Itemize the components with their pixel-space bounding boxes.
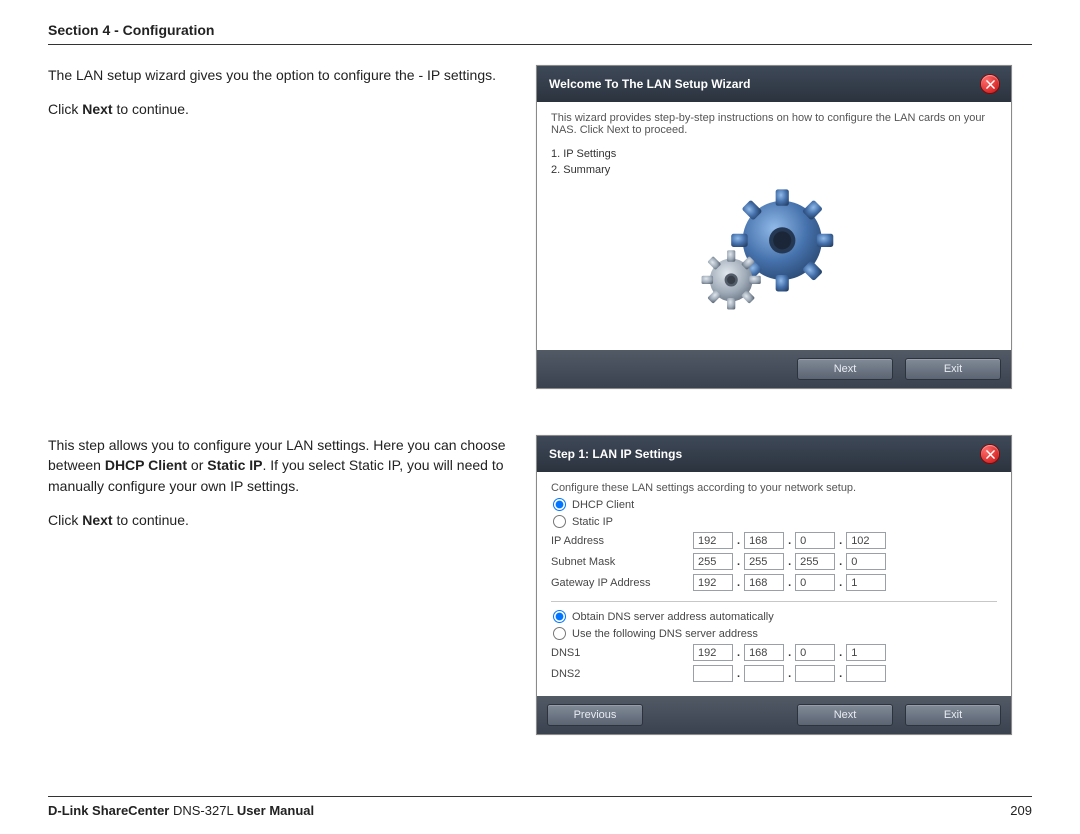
text-fragment: Click <box>48 512 82 528</box>
gw-octet-3[interactable] <box>795 574 835 591</box>
bold-dhcp: DHCP Client <box>105 457 187 473</box>
dot-icon: . <box>839 535 842 547</box>
dns1-octet-2[interactable] <box>744 644 784 661</box>
dot-icon: . <box>737 668 740 680</box>
dns2-octet-1[interactable] <box>693 665 733 682</box>
dot-icon: . <box>839 577 842 589</box>
dot-icon: . <box>788 556 791 568</box>
dns2-octet-2[interactable] <box>744 665 784 682</box>
brand-tail: User Manual <box>237 803 314 818</box>
gw-octet-1[interactable] <box>693 574 733 591</box>
close-icon[interactable] <box>981 75 999 93</box>
bold-next: Next <box>82 101 112 117</box>
dns2-octet-4[interactable] <box>846 665 886 682</box>
gw-octet-4[interactable] <box>846 574 886 591</box>
mask-octet-3[interactable] <box>795 553 835 570</box>
next-button[interactable]: Next <box>797 358 893 380</box>
dot-icon: . <box>839 647 842 659</box>
divider <box>551 601 997 602</box>
label-ip: IP Address <box>551 535 693 547</box>
wizard-title: Step 1: LAN IP Settings <box>549 447 682 461</box>
dot-icon: . <box>737 577 740 589</box>
intro-text-2: Click Next to continue. <box>48 99 508 119</box>
dns1-octet-1[interactable] <box>693 644 733 661</box>
close-icon[interactable] <box>981 445 999 463</box>
dot-icon: . <box>788 535 791 547</box>
ip-octet-2[interactable] <box>744 532 784 549</box>
step-text-2: Click Next to continue. <box>48 510 508 530</box>
label-dns1: DNS1 <box>551 647 693 659</box>
bold-static: Static IP <box>207 457 262 473</box>
wizard-intro: Configure these LAN settings according t… <box>551 482 997 494</box>
previous-button[interactable]: Previous <box>547 704 643 726</box>
label-mask: Subnet Mask <box>551 556 693 568</box>
wizard-step-1: 1. IP Settings <box>551 148 997 160</box>
radio-dns-auto[interactable] <box>553 610 566 623</box>
dot-icon: . <box>788 647 791 659</box>
radio-dns-auto-label: Obtain DNS server address automatically <box>572 611 774 623</box>
text-fragment: or <box>187 457 207 473</box>
radio-dns-manual[interactable] <box>553 627 566 640</box>
dot-icon: . <box>788 668 791 680</box>
brand-bold: D-Link ShareCenter <box>48 803 169 818</box>
step-text-1: This step allows you to configure your L… <box>48 435 508 496</box>
label-dns2: DNS2 <box>551 668 693 680</box>
radio-dhcp-label: DHCP Client <box>572 499 634 511</box>
brand-model: DNS-327L <box>169 803 236 818</box>
ip-octet-3[interactable] <box>795 532 835 549</box>
wizard-title: Welcome To The LAN Setup Wizard <box>549 77 750 91</box>
wizard-step1: Step 1: LAN IP Settings Configure these … <box>536 435 1012 735</box>
gear-icon <box>689 174 859 317</box>
mask-octet-4[interactable] <box>846 553 886 570</box>
radio-static[interactable] <box>553 515 566 528</box>
next-button[interactable]: Next <box>797 704 893 726</box>
dns1-octet-3[interactable] <box>795 644 835 661</box>
bold-next: Next <box>82 512 112 528</box>
ip-octet-4[interactable] <box>846 532 886 549</box>
label-gw: Gateway IP Address <box>551 577 693 589</box>
ip-octet-1[interactable] <box>693 532 733 549</box>
wizard-welcome: Welcome To The LAN Setup Wizard This wiz… <box>536 65 1012 389</box>
intro-text-1: The LAN setup wizard gives you the optio… <box>48 65 508 85</box>
dns2-octet-3[interactable] <box>795 665 835 682</box>
exit-button[interactable]: Exit <box>905 358 1001 380</box>
text-fragment: Click <box>48 101 82 117</box>
text-fragment: to continue. <box>113 101 189 117</box>
radio-dhcp[interactable] <box>553 498 566 511</box>
radio-dns-manual-label: Use the following DNS server address <box>572 628 758 640</box>
page-number: 209 <box>1010 803 1032 818</box>
gw-octet-2[interactable] <box>744 574 784 591</box>
section-header: Section 4 - Configuration <box>48 22 1032 45</box>
dot-icon: . <box>737 556 740 568</box>
text-fragment: to continue. <box>113 512 189 528</box>
mask-octet-2[interactable] <box>744 553 784 570</box>
wizard-step-2: 2. Summary <box>551 164 997 176</box>
exit-button[interactable]: Exit <box>905 704 1001 726</box>
dot-icon: . <box>788 577 791 589</box>
dot-icon: . <box>839 556 842 568</box>
dot-icon: . <box>839 668 842 680</box>
dot-icon: . <box>737 535 740 547</box>
mask-octet-1[interactable] <box>693 553 733 570</box>
wizard-intro: This wizard provides step-by-step instru… <box>551 112 997 136</box>
dns1-octet-4[interactable] <box>846 644 886 661</box>
radio-static-label: Static IP <box>572 516 613 528</box>
footer-brand: D-Link ShareCenter DNS-327L User Manual <box>48 803 314 818</box>
dot-icon: . <box>737 647 740 659</box>
